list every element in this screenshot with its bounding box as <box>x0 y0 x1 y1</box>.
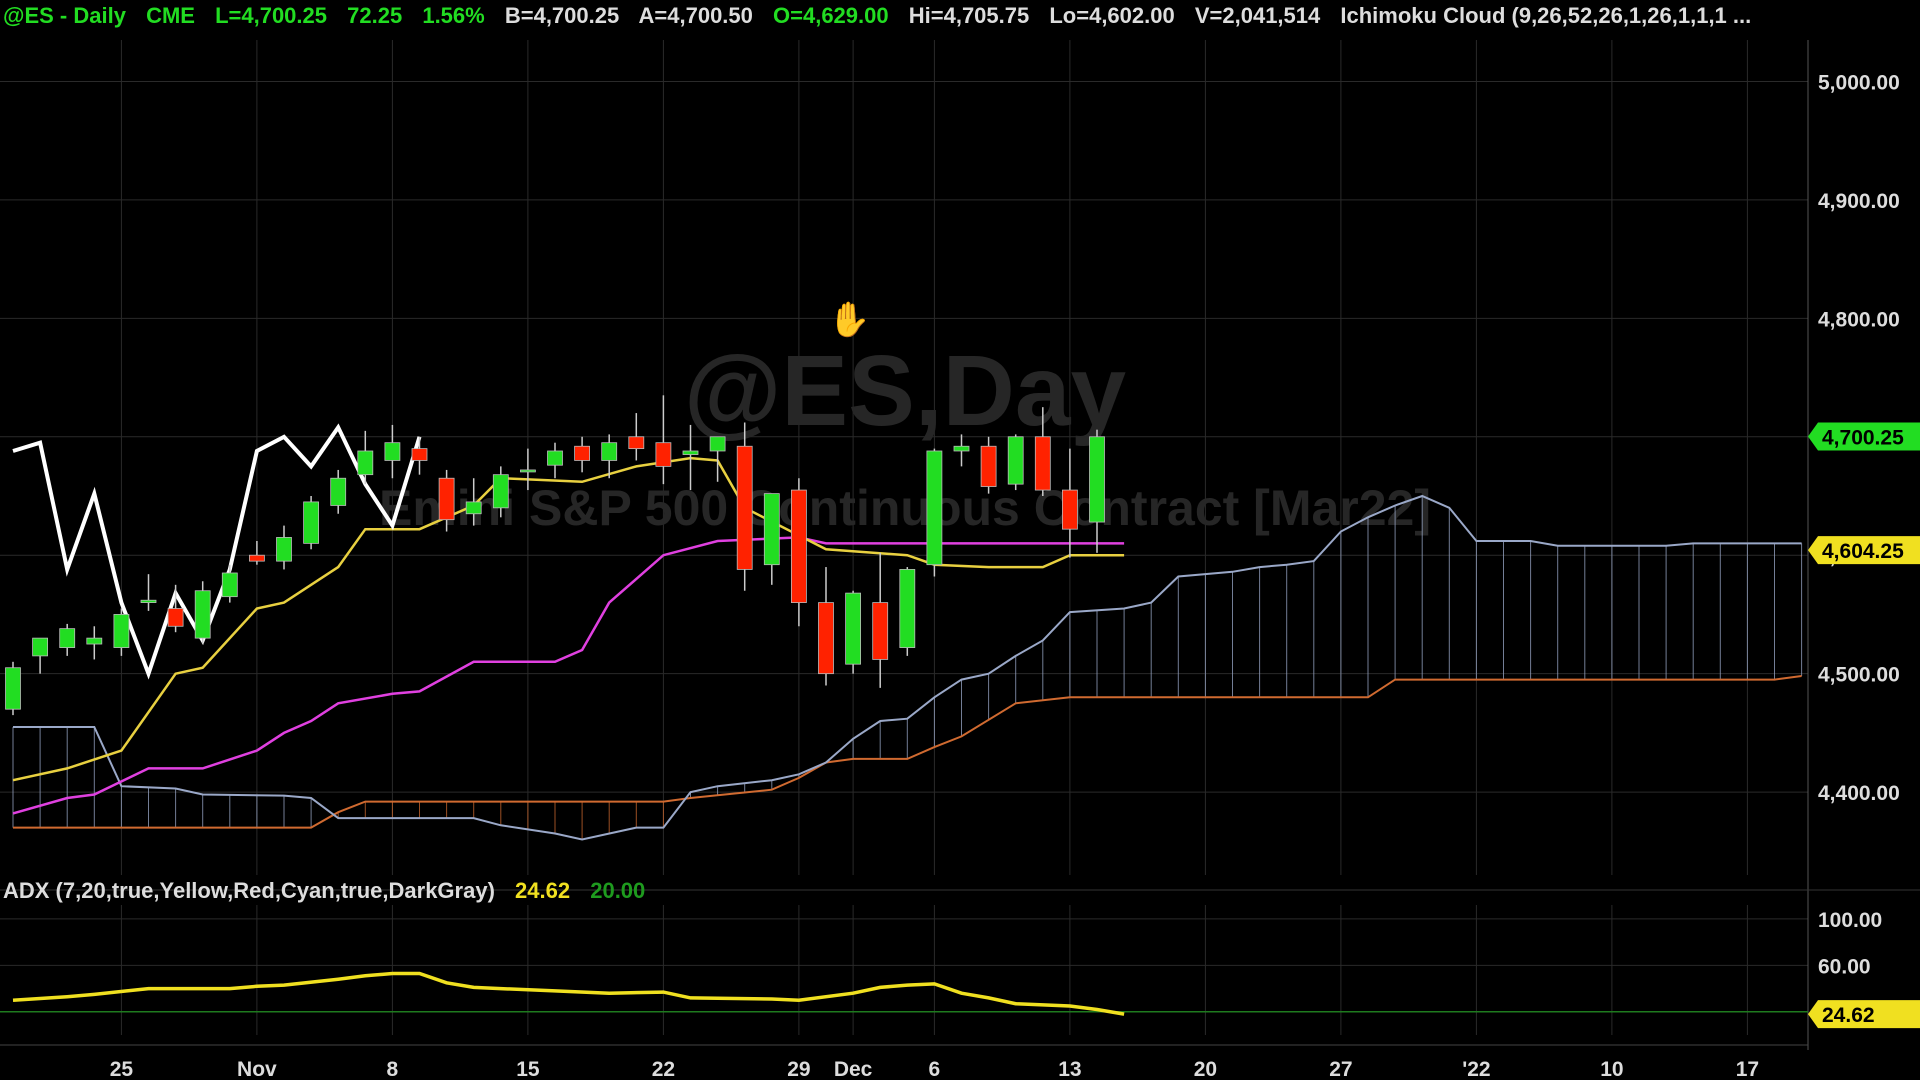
pct-change: 1.56% <box>422 3 485 28</box>
price-tag-label-0: 4,700.25 <box>1822 426 1904 449</box>
candle-body-40 <box>1089 436 1105 523</box>
price-tag-label-1: 4,604.25 <box>1822 540 1904 563</box>
watermark-symbol: @ES,Day <box>684 335 1127 447</box>
adx-tick-label-1: 100.00 <box>1818 909 1882 932</box>
candle-body-10 <box>276 537 292 562</box>
candle-body-13 <box>357 450 374 476</box>
candle-body-18 <box>492 474 509 509</box>
candle-body-12 <box>330 477 347 506</box>
x-tick-label-9: 20 <box>1194 1058 1217 1080</box>
candle-body-31 <box>845 592 861 665</box>
x-tick-label-2: 8 <box>387 1058 399 1080</box>
x-tick-label-6: Dec <box>834 1058 873 1080</box>
candle-body-25 <box>682 450 699 455</box>
x-tick-label-3: 15 <box>516 1058 540 1080</box>
candle-body-36 <box>980 445 997 487</box>
candle-body-0 <box>5 667 21 710</box>
high-price: Hi=4,705.75 <box>908 3 1030 28</box>
candle-body-22 <box>601 442 618 461</box>
adx-line <box>12 971 1125 1016</box>
y-tick-label-1: 4,500.00 <box>1818 664 1900 687</box>
candle-body-5 <box>140 599 157 603</box>
adx-value: 24.62 <box>515 878 571 903</box>
candle-body-39 <box>1062 489 1078 530</box>
candle-body-6 <box>167 608 184 627</box>
x-tick-label-7: 6 <box>929 1058 941 1080</box>
candle-body-30 <box>818 602 834 675</box>
candle-body-9 <box>248 554 265 562</box>
candle-body-33 <box>899 569 916 648</box>
candle-body-37 <box>1007 436 1024 485</box>
candle-body-19 <box>520 469 536 473</box>
candle-body-2 <box>59 628 76 648</box>
candle-body-11 <box>303 501 320 544</box>
y-tick-label-4: 4,800.00 <box>1818 308 1900 331</box>
candle-body-15 <box>411 448 428 461</box>
x-tick-label-13: 17 <box>1736 1058 1759 1080</box>
open-price: O=4,629.00 <box>773 3 889 28</box>
adx-tick-label-0: 60.00 <box>1818 955 1871 978</box>
watermark-description: Emini S&P 500 Continuous Contract [Mar22… <box>379 480 1431 536</box>
chart-canvas[interactable]: @ES,Day Emini S&P 500 Continuous Contract… <box>0 0 1920 1080</box>
volume-label: V=2,041,514 <box>1194 3 1321 28</box>
candle-body-38 <box>1034 436 1051 491</box>
x-tick-label-4: 22 <box>652 1058 675 1080</box>
last-price: L=4,700.25 <box>215 3 328 28</box>
y-tick-label-5: 4,900.00 <box>1818 190 1900 213</box>
candle-body-8 <box>221 572 238 598</box>
candle-body-35 <box>953 445 970 452</box>
x-tick-label-12: 10 <box>1600 1058 1623 1080</box>
indicator-label[interactable]: Ichimoku Cloud (9,26,52,26,1,26,1,1,1 ..… <box>1340 3 1751 28</box>
kijun-sen-line <box>12 536 1125 815</box>
candle-body-23 <box>628 436 645 450</box>
candle-body-4 <box>113 614 130 648</box>
y-tick-label-0: 4,400.00 <box>1818 782 1900 805</box>
x-tick-label-1: Nov <box>237 1058 277 1080</box>
symbol-label[interactable]: @ES - Daily <box>3 3 126 28</box>
adx-header: ADX (7,20,true,Yellow,Red,Cyan,true,Dark… <box>3 878 659 904</box>
candle-body-34 <box>926 450 943 566</box>
ask-price: A=4,700.50 <box>638 3 753 28</box>
candle-body-7 <box>194 590 211 639</box>
candle-body-20 <box>547 450 563 466</box>
net-change: 72.25 <box>347 3 403 28</box>
candle-body-1 <box>32 637 48 657</box>
candle-body-26 <box>709 436 726 452</box>
x-tick-label-5: 29 <box>787 1058 810 1080</box>
candle-body-17 <box>465 501 482 515</box>
bid-price: B=4,700.25 <box>504 3 620 28</box>
candle-body-29 <box>791 489 807 603</box>
x-tick-label-10: 27 <box>1329 1058 1352 1080</box>
quote-header: @ES - Daily CME L=4,700.25 72.25 1.56% B… <box>3 3 1765 29</box>
x-tick-label-0: 25 <box>110 1058 134 1080</box>
candle-body-28 <box>763 493 780 566</box>
x-tick-label-11: '22 <box>1462 1058 1490 1080</box>
x-tick-label-8: 13 <box>1058 1058 1081 1080</box>
candle-body-16 <box>438 477 455 521</box>
low-price: Lo=4,602.00 <box>1049 3 1175 28</box>
candle-body-21 <box>574 445 590 461</box>
exchange-label: CME <box>146 3 195 28</box>
adx-tag-label: 24.62 <box>1822 1004 1875 1027</box>
y-tick-label-6: 5,000.00 <box>1818 71 1900 94</box>
adx-threshold: 20.00 <box>590 878 646 903</box>
candle-body-27 <box>736 445 753 570</box>
candle-body-24 <box>655 442 672 467</box>
adx-label[interactable]: ADX (7,20,true,Yellow,Red,Cyan,true,Dark… <box>3 878 495 903</box>
candle-body-32 <box>872 602 889 660</box>
candle-body-14 <box>384 442 401 461</box>
hand-cursor-icon: ✋ <box>828 301 871 339</box>
candle-body-3 <box>86 637 103 645</box>
